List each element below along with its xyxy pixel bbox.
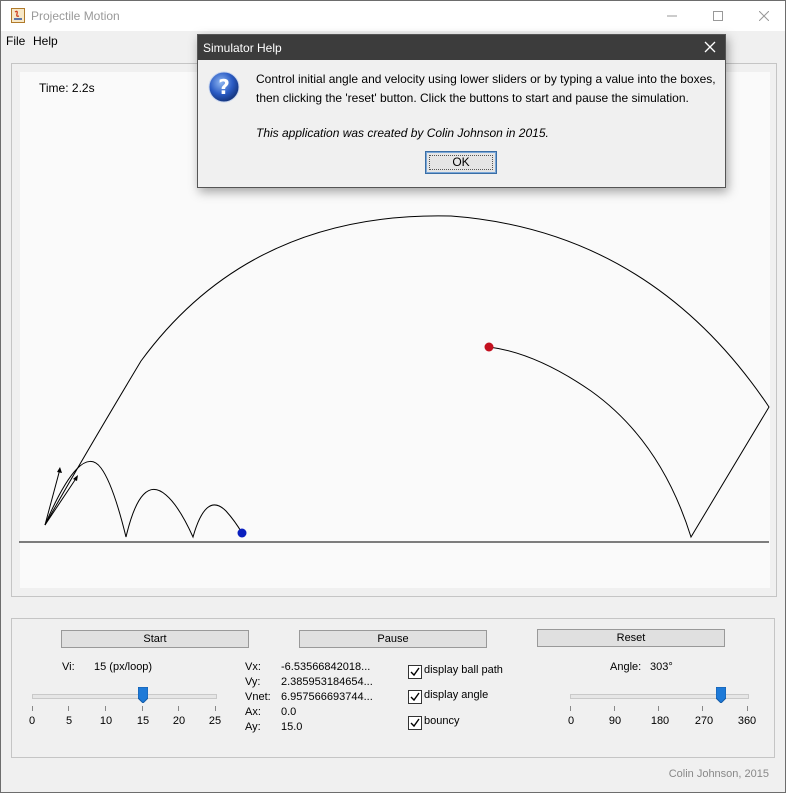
ay-label: Ay: [245,721,261,733]
angle-tick-label: 270 [694,715,714,727]
dialog-message-line2: then clicking the 'reset' button. Click … [256,91,689,105]
ball-red [484,342,494,352]
pause-button[interactable]: Pause [299,630,487,648]
angle-value: 303° [650,661,673,673]
angle-slider-thumb[interactable] [716,687,726,703]
checkmark-icon [410,718,420,728]
controls-panel: Start Pause Reset Vi: 15 (px/loop) 0 5 1… [11,618,775,758]
svg-text:?: ? [218,75,230,99]
angle-label: Angle: [610,661,642,673]
focus-ring [429,155,493,170]
vi-tick-label: 5 [65,715,73,727]
dialog-credit: This application was created by Colin Jo… [256,126,549,140]
dialog-message-line1: Control initial angle and velocity using… [256,72,716,86]
display-angle-checkbox[interactable] [408,690,422,704]
display-angle-label: display angle [424,689,489,701]
angle-tick-label: 90 [608,715,622,727]
display-ball-path-checkbox[interactable] [408,665,422,679]
vy-label: Vy: [245,676,261,688]
checkmark-icon [410,667,420,677]
reset-button[interactable]: Reset [537,629,725,647]
vy-value: 2.385953184654... [281,676,373,688]
vi-tick-label: 20 [172,715,186,727]
start-button[interactable]: Start [61,630,249,648]
vi-label: Vi: [62,661,75,673]
ball-blue [237,528,247,538]
time-readout: Time: 2.2s [39,81,95,95]
ok-button[interactable]: OK [425,151,497,174]
vx-value: -6.53566842018... [281,661,371,673]
vi-tick-label: 15 [136,715,150,727]
dialog-title-bar: Simulator Help [198,35,725,60]
author-footer: Colin Johnson, 2015 [668,768,769,780]
vi-tick-label: 0 [28,715,36,727]
angle-tick-label: 0 [567,715,575,727]
vi-tick-label: 10 [99,715,113,727]
vx-label: Vx: [245,661,261,673]
bouncy-checkbox[interactable] [408,716,422,730]
angle-tick-label: 180 [650,715,670,727]
vi-tick-label: 25 [208,715,222,727]
question-icon: ? [208,71,240,103]
ball-path-red [44,215,770,539]
dialog-close-icon[interactable] [703,40,717,54]
help-dialog: Simulator Help ? Control initial angle a… [197,34,726,188]
checkmark-icon [410,692,420,702]
vnet-label: Vnet: [245,691,271,703]
dialog-title: Simulator Help [203,41,282,55]
ax-label: Ax: [245,706,261,718]
vnet-value: 6.957566693744... [281,691,373,703]
ax-value: 0.0 [281,706,297,718]
ay-value: 15.0 [281,721,303,733]
vi-slider-track[interactable] [32,694,217,699]
vi-value: 15 (px/loop) [94,661,153,673]
display-ball-path-label: display ball path [424,664,503,676]
angle-tick-label: 360 [737,715,757,727]
vi-slider-thumb[interactable] [138,687,148,703]
bouncy-label: bouncy [424,715,460,727]
